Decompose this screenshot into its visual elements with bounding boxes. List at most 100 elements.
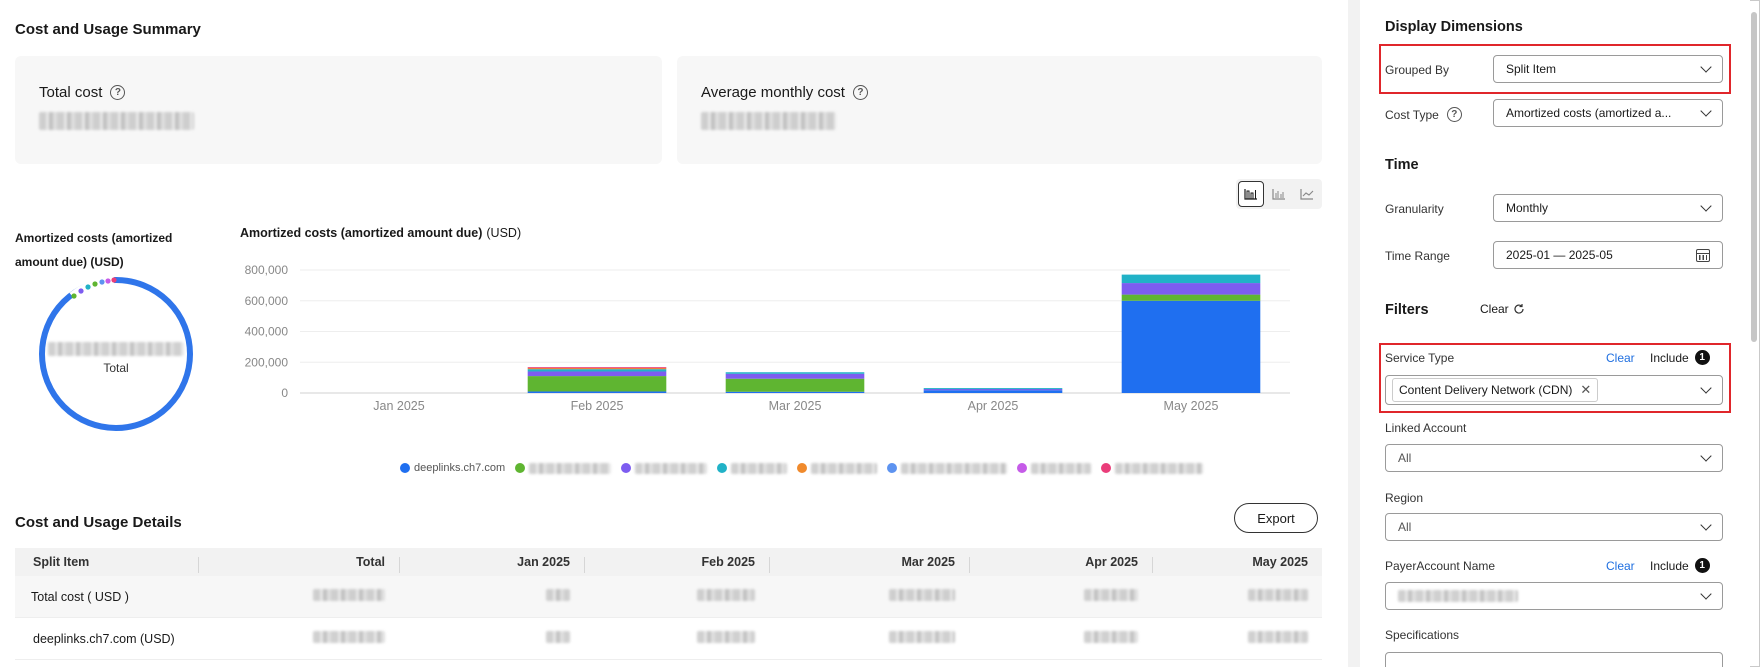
x-tick-label: Mar 2025 [769, 399, 822, 413]
legend-label-redacted [811, 462, 878, 474]
legend-color-dot [887, 463, 898, 473]
selected-tag: Content Delivery Network (CDN) ✕ [1392, 378, 1599, 402]
linked-account-value: All [1398, 451, 1412, 465]
cell-redacted [1084, 631, 1138, 643]
legend-label-redacted [635, 462, 708, 474]
display-dimensions-title: Display Dimensions [1385, 19, 1523, 35]
include-label: Include [1650, 558, 1689, 573]
cell-redacted [697, 589, 755, 601]
selected-tag-label: Content Delivery Network (CDN) [1399, 383, 1573, 397]
stacked-bar-chart: 800,000 600,000 400,000 200,000 0 Jan 2025 Feb… [245, 263, 1290, 413]
filters-sidebar: Display Dimensions Grouped By Split Item… [1360, 0, 1750, 667]
legend-label-redacted [731, 462, 788, 474]
column-header[interactable]: Apr 2025 [969, 555, 1152, 573]
payer-value-redacted [1398, 590, 1518, 602]
bar-segment [527, 376, 667, 392]
payer-account-select[interactable] [1385, 582, 1723, 610]
service-type-clear-link[interactable]: Clear [1606, 351, 1635, 365]
refresh-icon [1514, 304, 1524, 314]
help-icon[interactable]: ? [1446, 107, 1462, 122]
row-label: Total cost ( USD ) [31, 589, 129, 604]
legend-item[interactable]: deeplinks.ch7.com [400, 462, 505, 474]
payer-account-label: PayerAccount Name [1385, 559, 1496, 573]
bar-segment [527, 371, 667, 377]
cell-redacted [546, 631, 570, 643]
bar-segment [725, 378, 865, 392]
legend-color-dot [621, 463, 632, 473]
bar-segment [725, 391, 865, 393]
grouped-by-label: Grouped By [1385, 63, 1450, 77]
cell-redacted [889, 589, 955, 601]
details-table: Split Item Total Jan 2025 Feb 2025 Mar 2… [15, 548, 1322, 660]
filters-title: Filters [1385, 302, 1429, 318]
table-row: deeplinks.ch7.com (USD) [15, 618, 1322, 660]
cell-redacted [313, 589, 385, 601]
legend-item[interactable] [1101, 462, 1204, 474]
specifications-label: Specifications [1385, 628, 1460, 642]
cell-redacted [1248, 631, 1308, 643]
column-header[interactable]: May 2025 [1152, 555, 1322, 573]
region-select[interactable]: All [1385, 513, 1723, 541]
grouped-by-select[interactable]: Split Item [1493, 55, 1723, 83]
cost-type-select[interactable]: Amortized costs (amortized a... [1493, 99, 1723, 127]
bar-segment [725, 372, 865, 374]
count-badge: 1 [1694, 350, 1710, 365]
column-header[interactable]: Jan 2025 [399, 555, 584, 573]
legend-item[interactable] [717, 462, 788, 474]
granularity-value: Monthly [1506, 201, 1549, 215]
filters-clear-button[interactable]: Clear [1480, 302, 1525, 316]
payer-include[interactable]: Include 1 [1650, 558, 1710, 573]
count-badge: 1 [1694, 558, 1710, 573]
y-tick-label: 600,000 [245, 294, 289, 308]
grouped-by-value: Split Item [1506, 62, 1557, 76]
specifications-select[interactable] [1385, 652, 1723, 667]
column-header[interactable]: Split Item [15, 555, 198, 569]
cell-redacted [1248, 589, 1308, 601]
legend-item[interactable] [1017, 462, 1092, 474]
bar-segment [527, 369, 667, 372]
legend-color-dot [515, 463, 526, 473]
bar-segment [1121, 283, 1261, 295]
close-icon[interactable]: ✕ [1580, 382, 1591, 398]
bar-segment [923, 390, 1063, 393]
bar-segment [1121, 300, 1261, 393]
column-header[interactable]: Total [198, 555, 399, 573]
chevron-down-icon [1700, 200, 1712, 212]
column-header[interactable]: Feb 2025 [584, 555, 769, 573]
service-type-select[interactable]: Content Delivery Network (CDN) ✕ [1385, 375, 1723, 405]
filters-clear-label: Clear [1480, 302, 1509, 316]
granularity-select[interactable]: Monthly [1493, 194, 1723, 222]
y-tick-label: 400,000 [245, 325, 289, 339]
export-button[interactable]: Export [1234, 503, 1318, 533]
panel-divider [1348, 0, 1360, 667]
bar-segment [923, 389, 1063, 391]
cell-redacted [313, 631, 385, 643]
bar-segment [527, 391, 667, 393]
table-row: Total cost ( USD ) [15, 576, 1322, 618]
legend-color-dot [797, 463, 808, 473]
legend-item[interactable] [887, 462, 1008, 474]
legend-item[interactable] [621, 462, 708, 474]
table-header: Split Item Total Jan 2025 Feb 2025 Mar 2… [15, 548, 1322, 576]
chevron-down-icon [1700, 450, 1712, 462]
time-title: Time [1385, 157, 1419, 173]
column-header[interactable]: Mar 2025 [769, 555, 969, 573]
service-type-include[interactable]: Include 1 [1650, 350, 1710, 365]
time-range-picker[interactable]: 2025-01 — 2025-05 [1493, 241, 1723, 269]
granularity-label: Granularity [1385, 202, 1444, 216]
linked-account-select[interactable]: All [1385, 444, 1723, 472]
cost-type-value: Amortized costs (amortized a... [1506, 106, 1672, 120]
cost-type-label: Cost Type [1385, 107, 1439, 122]
bar-segment [923, 388, 1063, 390]
cost-type-label-wrap: Cost Type ? [1385, 107, 1462, 122]
bar-segment [1121, 274, 1261, 284]
include-label: Include [1650, 350, 1689, 365]
legend-item[interactable] [797, 462, 878, 474]
legend-label-redacted [529, 462, 612, 474]
chevron-down-icon [1700, 61, 1712, 73]
payer-clear-link[interactable]: Clear [1606, 559, 1635, 573]
sidebar-scrollbar[interactable] [1751, 12, 1757, 342]
cell-redacted [546, 589, 570, 601]
calendar-icon [1696, 248, 1710, 262]
legend-item[interactable] [515, 462, 612, 474]
